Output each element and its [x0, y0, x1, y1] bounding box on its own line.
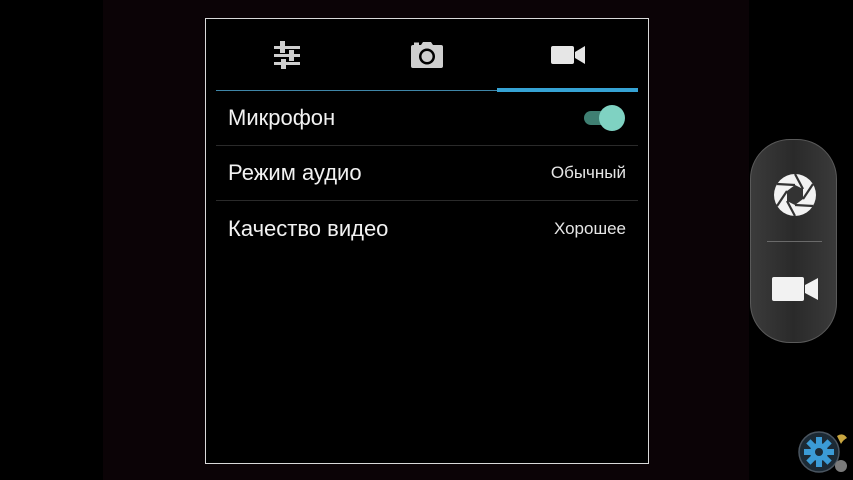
video-quality-setting-row[interactable]: Качество видео Хорошее	[216, 201, 638, 256]
camera-icon	[411, 42, 443, 68]
settings-tabs	[216, 19, 638, 93]
video-settings-list: Микрофон Режим аудио Обычный Качество ви…	[216, 91, 638, 256]
tab-photo-settings[interactable]	[357, 19, 497, 91]
audio-mode-label: Режим аудио	[228, 160, 362, 185]
settings-dialog: Микрофон Режим аудио Обычный Качество ви…	[205, 18, 649, 464]
video-camera-icon	[550, 46, 585, 64]
video-mode-button[interactable]	[751, 244, 838, 334]
microphone-setting-row[interactable]: Микрофон	[216, 91, 638, 146]
panel-separator	[767, 241, 822, 242]
microphone-label: Микрофон	[228, 105, 336, 130]
video-quality-value: Хорошее	[553, 218, 626, 238]
video-quality-label: Качество видео	[228, 215, 389, 241]
watermark-logo-icon	[797, 428, 849, 474]
camera-control-panel	[750, 139, 837, 343]
shutter-icon	[773, 173, 816, 217]
video-camera-icon	[771, 277, 818, 301]
audio-mode-setting-row[interactable]: Режим аудио Обычный	[216, 146, 638, 201]
toggle-thumb	[599, 105, 625, 131]
photo-mode-button[interactable]	[751, 150, 838, 240]
tab-video-settings[interactable]	[497, 19, 638, 91]
sliders-icon	[273, 41, 300, 69]
tab-general-settings[interactable]	[216, 19, 357, 91]
microphone-toggle[interactable]	[582, 105, 626, 131]
audio-mode-value: Обычный	[550, 163, 626, 182]
